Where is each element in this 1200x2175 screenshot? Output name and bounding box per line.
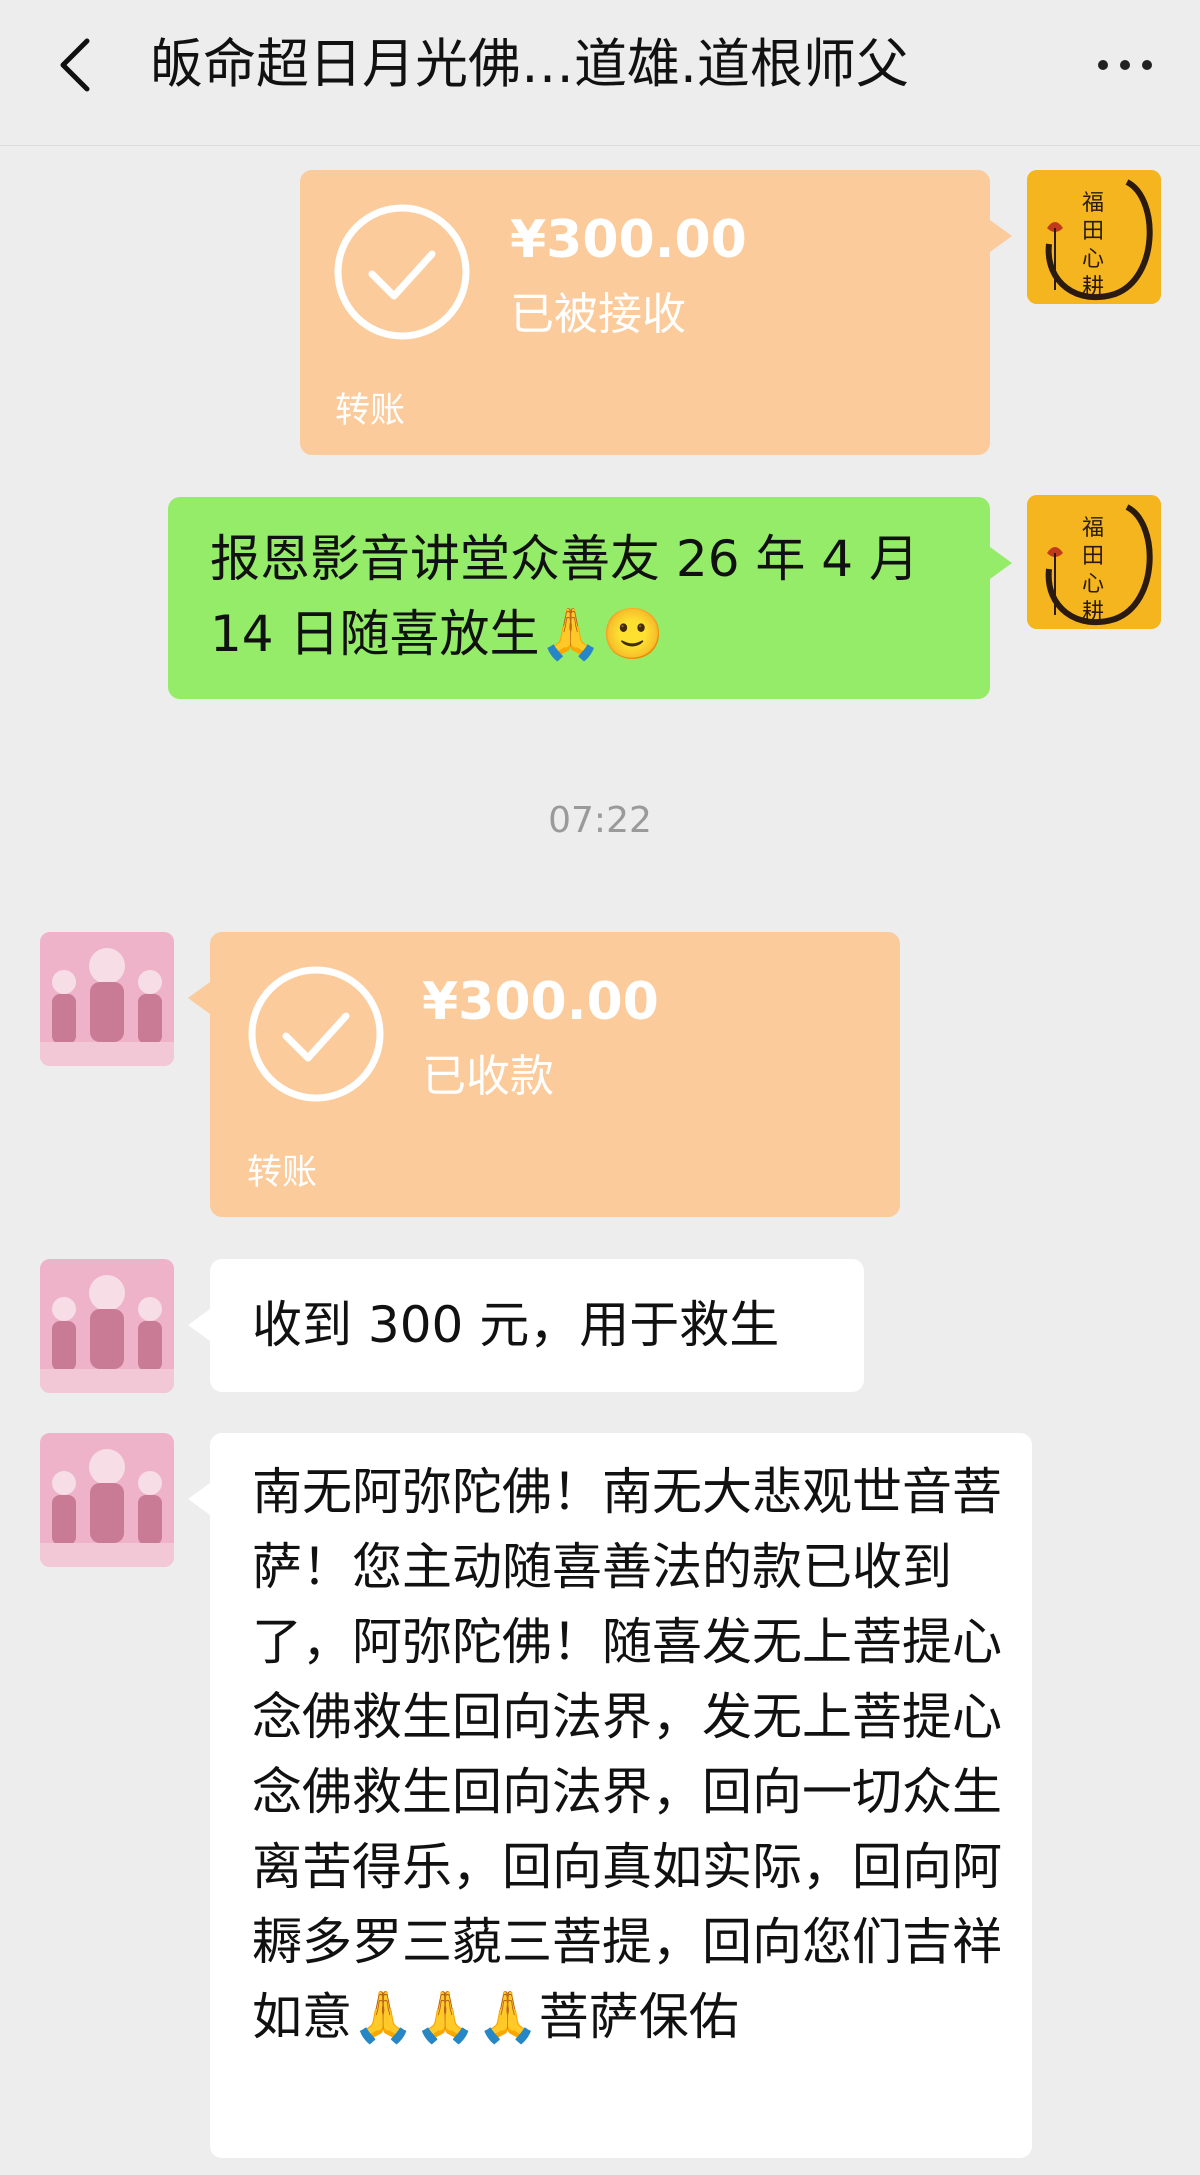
text-bubble-received[interactable]: 收到 300 元，用于救生 [188,1259,864,1392]
message-text: 收到 300 元，用于救生 [252,1296,780,1354]
contact-avatar[interactable] [40,1433,174,1567]
check-circle-icon [248,966,384,1102]
message-timestamp: 07:22 [548,800,652,841]
chat-title: 皈命超日月光佛…道雄.道根师父 [150,34,909,95]
message-text: 报恩影音讲堂众善友 26 年 4 月 14 日随喜放生🙏🙂 [210,530,920,663]
svg-text:耕: 耕 [1082,275,1104,300]
transfer-bubble-sent[interactable]: ¥300.00 已被接收 转账 [300,170,1012,455]
calligraphy-avatar-image: 福 田 心 耕 [1027,495,1161,629]
self-avatar[interactable]: 福 田 心 耕 [1027,170,1161,304]
transfer-amount: ¥300.00 [510,210,747,270]
svg-text:心: 心 [1082,572,1104,597]
text-bubble-sent[interactable]: 报恩影音讲堂众善友 26 年 4 月 14 日随喜放生🙏🙂 [168,497,1012,699]
more-dot [1120,60,1130,70]
message-text: 南无阿弥陀佛！南无大悲观世音菩萨！您主动随喜善法的款已收到了，阿弥陀佛！随喜发无… [252,1463,1002,2046]
transfer-status: 已被接收 [510,289,686,340]
more-dots-icon [1098,60,1108,70]
more-dot [1142,60,1152,70]
transfer-label: 转账 [247,1153,318,1193]
transfer-bubble-received[interactable]: ¥300.00 已收款 转账 [188,932,900,1217]
contact-avatar[interactable] [40,1259,174,1393]
chevron-left-icon [60,38,90,92]
back-button[interactable] [40,30,110,100]
buddha-avatar-image [40,1259,174,1393]
transfer-amount: ¥300.00 [422,972,659,1032]
transfer-label: 转账 [335,391,406,431]
self-avatar[interactable]: 福 田 心 耕 [1027,495,1161,629]
svg-text:福: 福 [1082,191,1104,216]
more-options-button[interactable] [1080,40,1170,90]
contact-avatar[interactable] [40,932,174,1066]
svg-text:田: 田 [1082,219,1104,244]
svg-text:福: 福 [1082,516,1104,541]
transfer-status: 已收款 [422,1051,554,1102]
buddha-avatar-image [40,1433,174,1567]
svg-text:心: 心 [1082,247,1104,272]
calligraphy-avatar-image: 福 田 心 耕 [1027,170,1161,304]
check-circle-icon [334,204,470,340]
svg-text:耕: 耕 [1082,600,1104,625]
buddha-avatar-image [40,932,174,1066]
chat-header: 皈命超日月光佛…道雄.道根师父 [0,0,1200,146]
svg-text:田: 田 [1082,544,1104,569]
text-bubble-received-long[interactable]: 南无阿弥陀佛！南无大悲观世音菩萨！您主动随喜善法的款已收到了，阿弥陀佛！随喜发无… [188,1433,1032,2158]
